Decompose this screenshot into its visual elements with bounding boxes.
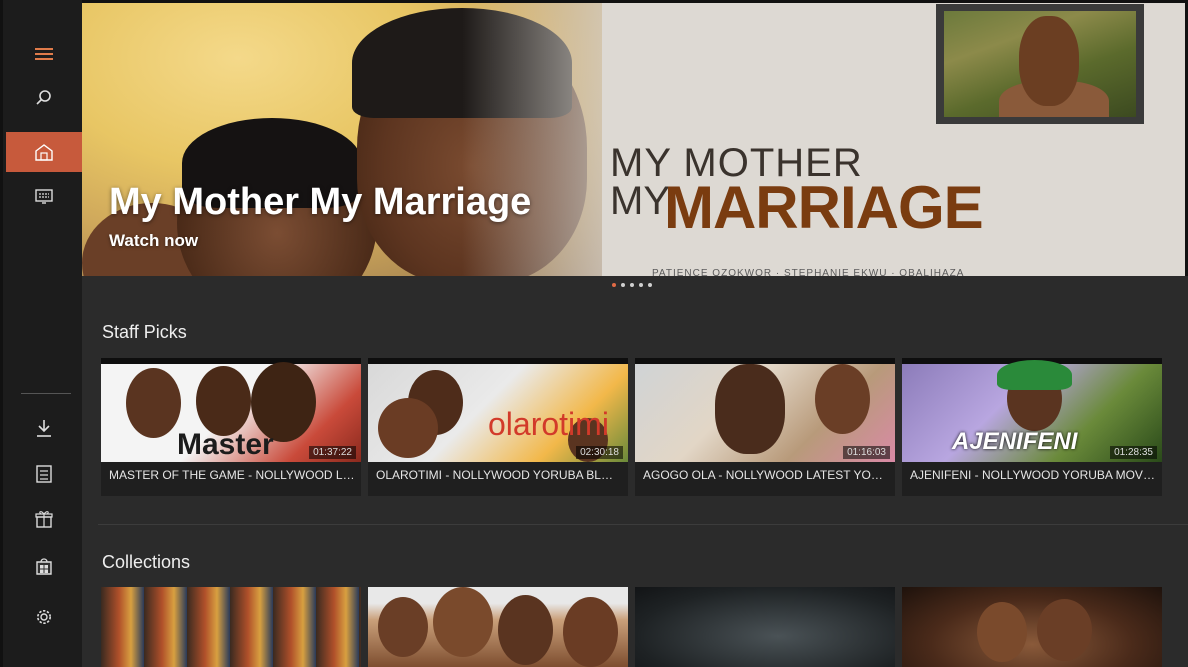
- thumb-figure: [997, 360, 1072, 390]
- collection-card[interactable]: [635, 587, 895, 667]
- collection-figure: [378, 597, 428, 657]
- hero-credits: PATIENCE OZOKWOR · STEPHANIE EKWU · OBAL…: [652, 268, 965, 276]
- home-button[interactable]: [6, 132, 82, 172]
- collection-figure: [1037, 599, 1092, 661]
- collections-title: Collections: [102, 552, 191, 572]
- duration-badge: 01:37:22: [309, 446, 356, 459]
- thumbnail-text: Master: [177, 428, 274, 461]
- staff-picks-row: Master 01:37:22 MASTER OF THE GAME - NOL…: [101, 358, 1162, 496]
- thumb-figure: [126, 368, 181, 438]
- video-card[interactable]: AJENIFENI 01:28:35 AJENIFENI - NOLLYWOOD…: [902, 358, 1162, 496]
- thumb-figure: [815, 364, 870, 434]
- hamburger-menu-icon: [35, 48, 53, 60]
- store-icon: [36, 558, 52, 575]
- thumbnail-text: olarotimi: [488, 406, 609, 442]
- collection-figure: [433, 587, 493, 657]
- download-icon: [37, 420, 51, 437]
- thumbnail-text: AJENIFENI: [952, 428, 1078, 455]
- tv-guide-icon: [35, 189, 53, 204]
- collection-figure: [977, 602, 1027, 662]
- search-button[interactable]: [6, 78, 82, 118]
- hero-title: My Mother My Marriage: [109, 181, 532, 223]
- collection-figure: [498, 595, 553, 665]
- watch-now-link[interactable]: Watch now: [109, 231, 198, 251]
- video-card[interactable]: olarotimi 02:30:18 OLAROTIMI - NOLLYWOOD…: [368, 358, 628, 496]
- collection-card[interactable]: [902, 587, 1162, 667]
- video-card[interactable]: 01:16:03 AGOGO OLA - NOLLYWOOD LATEST YO…: [635, 358, 895, 496]
- list-icon: [36, 465, 52, 483]
- store-button[interactable]: [6, 546, 82, 586]
- collection-card[interactable]: [101, 587, 361, 667]
- search-icon: [36, 90, 51, 105]
- hamburger-menu-button[interactable]: [6, 34, 82, 74]
- thumb-figure: [196, 366, 251, 436]
- video-title: AGOGO OLA - NOLLYWOOD LATEST YORUBA MOVI…: [643, 468, 889, 482]
- hero-logo-big: MARRIAGE: [664, 174, 984, 241]
- gear-icon: [37, 610, 51, 624]
- carousel-dot[interactable]: [612, 283, 616, 287]
- mini-player-figure: [1019, 16, 1079, 106]
- hero-logo-small: MY: [610, 179, 670, 223]
- playlist-button[interactable]: [6, 454, 82, 494]
- video-card[interactable]: Master 01:37:22 MASTER OF THE GAME - NOL…: [101, 358, 361, 496]
- section-divider: [98, 524, 1188, 525]
- tv-guide-button[interactable]: [6, 176, 82, 216]
- carousel-dot[interactable]: [621, 283, 625, 287]
- carousel-dot[interactable]: [648, 283, 652, 287]
- thumb-figure: [715, 364, 785, 454]
- thumb-figure: [378, 398, 438, 458]
- hero-fade: [462, 3, 682, 276]
- gift-button[interactable]: [6, 499, 82, 539]
- home-icon: [35, 144, 53, 161]
- hero-banner[interactable]: MY MOTHER MY MARRIAGE PATIENCE OZOKWOR ·…: [82, 0, 1188, 276]
- carousel-dot[interactable]: [630, 283, 634, 287]
- gift-icon: [35, 511, 53, 528]
- video-title: AJENIFENI - NOLLYWOOD YORUBA MOVIE 2016: [910, 468, 1156, 482]
- duration-badge: 01:28:35: [1110, 446, 1157, 459]
- downloads-button[interactable]: [6, 408, 82, 448]
- settings-button[interactable]: [6, 597, 82, 637]
- sidebar: [0, 0, 82, 667]
- carousel-indicator: [612, 283, 652, 287]
- collection-figure: [563, 597, 618, 667]
- thumbnail-bar: [635, 358, 895, 364]
- collection-card[interactable]: [368, 587, 628, 667]
- sidebar-divider: [21, 393, 71, 394]
- video-title: MASTER OF THE GAME - NOLLYWOOD LATEST MO…: [109, 468, 355, 482]
- staff-picks-title: Staff Picks: [102, 322, 187, 342]
- carousel-dot[interactable]: [639, 283, 643, 287]
- thumbnail-bar: [368, 358, 628, 364]
- video-title: OLAROTIMI - NOLLYWOOD YORUBA BLOCKBUSTER: [376, 468, 622, 482]
- mini-player-video: [944, 11, 1136, 117]
- duration-badge: 01:16:03: [843, 446, 890, 459]
- duration-badge: 02:30:18: [576, 446, 623, 459]
- collections-row: [101, 587, 1162, 667]
- mini-player[interactable]: [936, 4, 1144, 124]
- thumbnail-bar: [101, 358, 361, 364]
